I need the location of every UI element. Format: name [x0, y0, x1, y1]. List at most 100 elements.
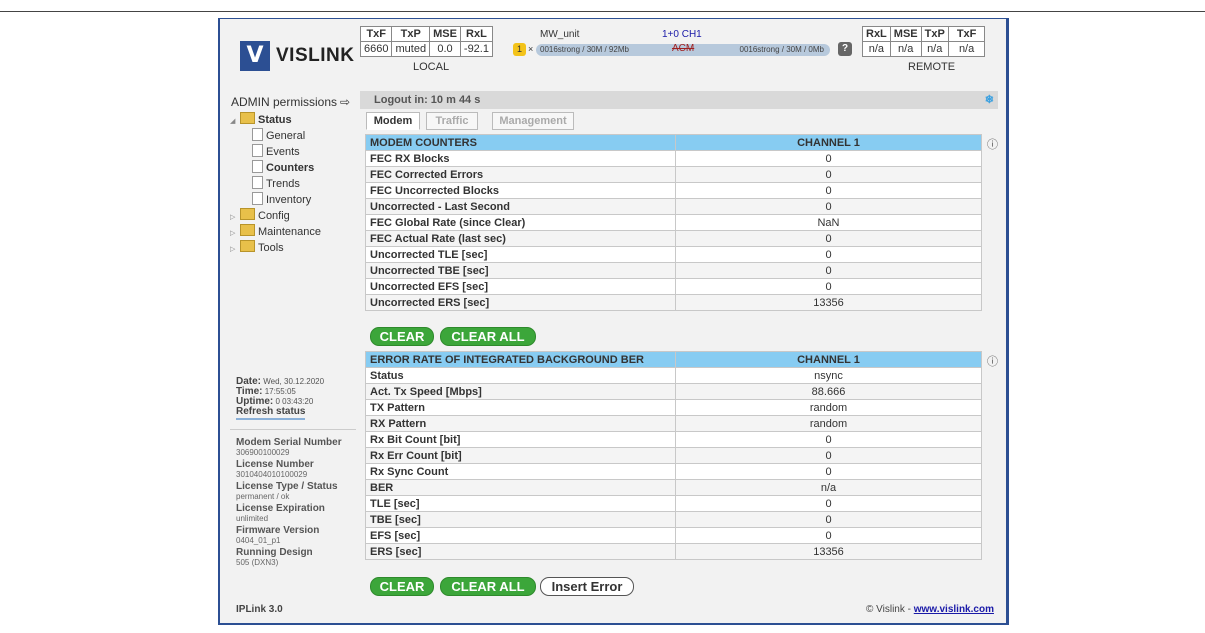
table-row: Rx Err Count [bit] 0: [365, 447, 982, 464]
row-label: Uncorrected - Last Second: [365, 198, 676, 215]
row-label: FEC Corrected Errors: [365, 166, 676, 183]
row-label: Act. Tx Speed [Mbps]: [365, 383, 676, 400]
insert-error-button[interactable]: Insert Error: [540, 577, 634, 596]
row-label: EFS [sec]: [365, 527, 676, 544]
folder-icon: [240, 240, 255, 252]
ber-channel: CHANNEL 1: [675, 351, 982, 368]
modem-counters-table: MODEM COUNTERS CHANNEL 1 FEC RX Blocks 0 F…: [365, 134, 982, 311]
remote-label: REMOTE: [908, 61, 956, 73]
tree-item-tools[interactable]: ▷ Tools: [230, 240, 321, 256]
table-row: EFS [sec] 0: [365, 527, 982, 544]
table-row: Rx Bit Count [bit] 0: [365, 431, 982, 448]
info-value: 505 (DXN3): [236, 558, 279, 567]
info-key: License Type / Status: [236, 481, 338, 492]
acm-link-bar[interactable]: 0016strong / 30M / 92Mb ACM 0016strong /…: [536, 43, 830, 56]
row-label: TBE [sec]: [365, 511, 676, 528]
row-value: 0: [675, 431, 982, 448]
row-label: TX Pattern: [365, 399, 676, 416]
row-value: 0: [675, 447, 982, 464]
refresh-status-link[interactable]: Refresh status: [236, 407, 306, 420]
row-value: NaN: [675, 214, 982, 231]
row-label: FEC Actual Rate (last sec): [365, 230, 676, 247]
table-row: FEC Uncorrected Blocks 0: [365, 182, 982, 199]
acm-left-rate: 0016strong / 30M / 92Mb: [540, 45, 629, 54]
local-header-txp: TxP: [391, 26, 431, 42]
info-value: 306900100029: [236, 448, 290, 457]
table-row: TBE [sec] 0: [365, 511, 982, 528]
ber-header: ERROR RATE OF INTEGRATED BACKGROUND BER: [365, 351, 676, 368]
tree-label-general: General: [266, 130, 306, 142]
help-icon[interactable]: ?: [838, 42, 852, 56]
row-value: 0: [675, 278, 982, 295]
tree-item-trends[interactable]: Trends: [230, 176, 321, 192]
remote-status-table: RxL MSE TxP TxF n/a n/a n/a n/a: [862, 26, 986, 57]
page-icon: [252, 128, 263, 141]
row-label: Uncorrected ERS [sec]: [365, 294, 676, 311]
row-value: 13356: [675, 294, 982, 311]
info-icon[interactable]: ⓘ: [987, 353, 998, 369]
modem-counters-header: MODEM COUNTERS: [365, 134, 676, 151]
tree-label-events: Events: [266, 146, 300, 158]
clear-button[interactable]: CLEAR: [370, 327, 434, 346]
tree-label-inventory: Inventory: [266, 194, 312, 206]
tree-item-counters[interactable]: Counters: [230, 160, 321, 176]
local-header-rxl: RxL: [459, 26, 493, 42]
row-label: RX Pattern: [365, 415, 676, 432]
date-value: Wed, 30.12.2020: [263, 377, 325, 386]
tree-item-events[interactable]: Events: [230, 144, 321, 160]
local-value-txf: 6660: [359, 41, 393, 57]
row-value: nsync: [675, 367, 982, 384]
copyright: © Vislink - www.vislink.com: [866, 604, 994, 615]
table-row: TLE [sec] 0: [365, 495, 982, 512]
channel-label: 1+0 CH1: [662, 29, 702, 40]
page-icon: [252, 144, 263, 157]
sidebar-divider: [230, 429, 356, 430]
version-label: IPLink 3.0: [236, 604, 283, 615]
tree-item-general[interactable]: General: [230, 128, 321, 144]
tree-item-status[interactable]: ◢ Status: [230, 112, 321, 128]
row-label: TLE [sec]: [365, 495, 676, 512]
row-label: Rx Sync Count: [365, 463, 676, 480]
modem-counters-channel: CHANNEL 1: [675, 134, 982, 151]
ber-clear-all-button[interactable]: CLEAR ALL: [440, 577, 536, 596]
local-value-txp: muted: [391, 41, 431, 57]
table-row: Uncorrected EFS [sec] 0: [365, 278, 982, 295]
local-label: LOCAL: [413, 61, 450, 73]
snowflake-icon[interactable]: ❄: [985, 91, 994, 109]
row-value: 0: [675, 166, 982, 183]
row-value: 0: [675, 246, 982, 263]
row-label: BER: [365, 479, 676, 496]
tab-management[interactable]: Management: [492, 112, 574, 130]
local-header-txf: TxF: [359, 26, 393, 42]
table-row: FEC Actual Rate (last sec) 0: [365, 230, 982, 247]
multiplier-sign: ×: [528, 44, 534, 54]
app-frame: V VISLINK TxF TxP MSE RxL 6660 muted 0.0…: [218, 18, 1009, 625]
clear-all-button[interactable]: CLEAR ALL: [440, 327, 536, 346]
tree-label-maintenance: Maintenance: [258, 226, 321, 238]
remote-value-txf: n/a: [947, 41, 986, 57]
vislink-link[interactable]: www.vislink.com: [914, 604, 994, 615]
info-icon[interactable]: ⓘ: [987, 136, 998, 152]
row-label: FEC Global Rate (since Clear): [365, 214, 676, 231]
tree-item-inventory[interactable]: Inventory: [230, 192, 321, 208]
row-value: 0: [675, 150, 982, 167]
tree-item-config[interactable]: ▷ Config: [230, 208, 321, 224]
table-row: Uncorrected TBE [sec] 0: [365, 262, 982, 279]
remote-header-mse: MSE: [889, 26, 922, 42]
admin-permissions: ADMIN permissions ⇨: [231, 95, 350, 109]
link-count-badge[interactable]: 1: [513, 43, 526, 56]
acm-right-rate: 0016strong / 30M / 0Mb: [739, 45, 825, 54]
session-bar: Logout in: 10 m 44 s ❄: [360, 91, 998, 109]
table-row: Act. Tx Speed [Mbps] 88.666: [365, 383, 982, 400]
ber-clear-button[interactable]: CLEAR: [370, 577, 434, 596]
logout-icon[interactable]: ⇨: [340, 95, 350, 109]
row-value: 0: [675, 495, 982, 512]
row-value: n/a: [675, 479, 982, 496]
collapsed-arrow-icon[interactable]: ▷: [230, 242, 240, 258]
tab-traffic[interactable]: Traffic: [426, 112, 478, 130]
ber-table: ERROR RATE OF INTEGRATED BACKGROUND BER C…: [365, 351, 982, 560]
tree-item-maintenance[interactable]: ▷ Maintenance: [230, 224, 321, 240]
table-row: Status nsync: [365, 367, 982, 384]
tab-modem[interactable]: Modem: [366, 112, 420, 130]
table-row: BER n/a: [365, 479, 982, 496]
